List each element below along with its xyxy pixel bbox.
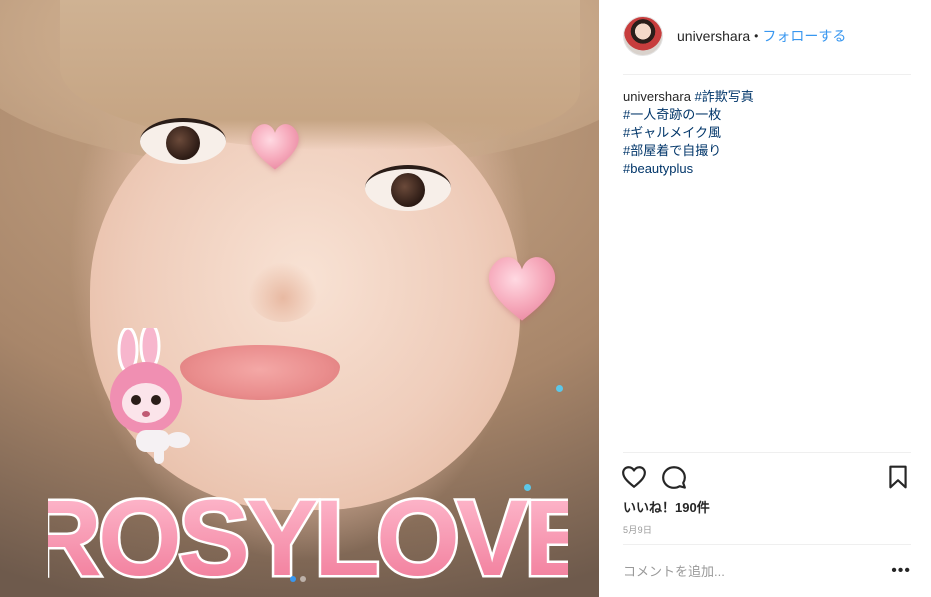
- avatar[interactable]: [623, 16, 663, 56]
- instagram-post: ROSYLOVE univershara • フォローする univershar…: [0, 0, 931, 597]
- heart-sticker-icon: [251, 124, 299, 170]
- photo-eye-left: [140, 118, 226, 164]
- sparkle-dot: [556, 385, 563, 392]
- post-caption: univershara #詐欺写真 #一人奇跡の一枚 #ギャルメイク風 #部屋着…: [623, 88, 911, 178]
- carousel-dot-active: [290, 576, 296, 582]
- post-sidebar: univershara • フォローする univershara #詐欺写真 #…: [599, 0, 931, 597]
- post-photo[interactable]: ROSYLOVE: [0, 0, 599, 597]
- caption-username[interactable]: univershara: [623, 89, 691, 104]
- comment-row: •••: [623, 556, 911, 586]
- heart-icon[interactable]: [621, 464, 647, 490]
- sticker-text-label: ROSYLOVE: [48, 477, 568, 597]
- sparkle-dot: [524, 484, 531, 491]
- comment-icon[interactable]: [661, 464, 687, 490]
- caption-hashtag[interactable]: #ギャルメイク風: [623, 124, 911, 142]
- bookmark-icon[interactable]: [885, 464, 911, 490]
- carousel-indicator: [290, 576, 306, 582]
- bunny-sticker-icon: [110, 328, 190, 464]
- comment-divider: [623, 544, 911, 545]
- more-options-icon[interactable]: •••: [891, 562, 911, 580]
- caption-hashtag[interactable]: #詐欺写真: [695, 89, 754, 104]
- follow-button[interactable]: フォローする: [762, 26, 846, 46]
- post-date[interactable]: 5月9日: [623, 523, 652, 536]
- caption-hashtag[interactable]: #部屋着で自撮り: [623, 142, 911, 160]
- actions-divider: [623, 452, 911, 453]
- likes-count[interactable]: いいね！190件: [623, 497, 710, 516]
- heart-sticker-icon: [488, 257, 556, 321]
- carousel-dot: [300, 576, 306, 582]
- caption-hashtag[interactable]: #一人奇跡の一枚: [623, 106, 911, 124]
- caption-hashtag[interactable]: #beautyplus: [623, 160, 911, 178]
- header-separator: •: [754, 29, 759, 43]
- header-divider: [623, 74, 911, 75]
- comment-input[interactable]: [623, 563, 892, 579]
- header-username[interactable]: univershara: [677, 28, 750, 44]
- rosylove-sticker: ROSYLOVE: [48, 475, 568, 597]
- photo-eye-right: [365, 165, 451, 211]
- photo-nose: [248, 262, 318, 322]
- post-header: univershara • フォローする: [623, 16, 911, 56]
- action-bar: [621, 462, 911, 492]
